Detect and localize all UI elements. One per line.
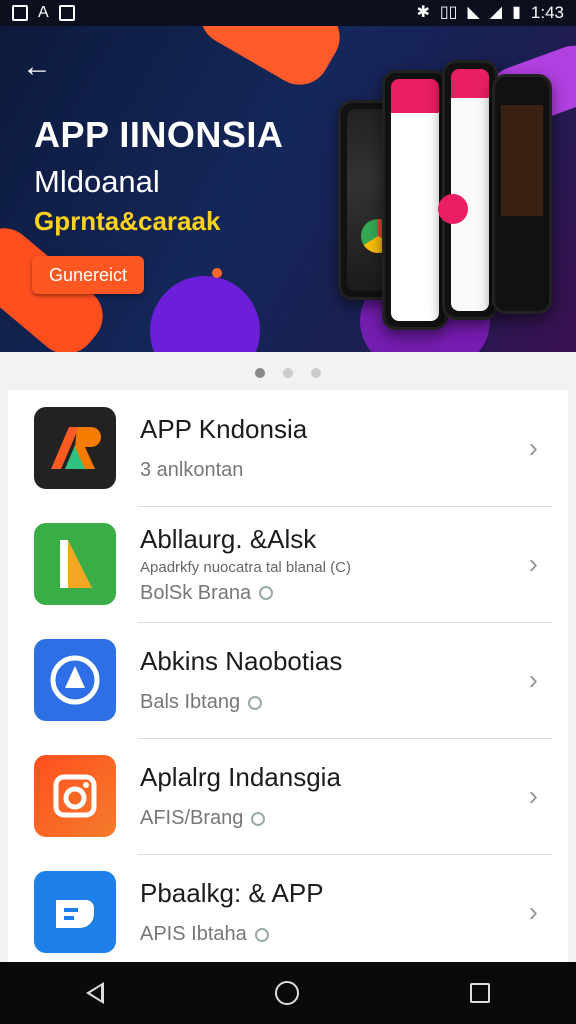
signal-icon: ◢ [489,4,503,21]
verified-badge-icon [251,811,266,826]
status-time: 1:43 [530,3,564,22]
banner-tagline: Gprnta&caraak [34,206,221,236]
verified-badge-icon [248,695,263,710]
phones-illustration [320,46,560,330]
app-logo-icon [34,871,116,953]
app-logo-icon [34,639,116,721]
back-icon[interactable] [85,982,104,1004]
wifi-icon: ◣ [467,4,480,21]
app-subtitle-text: APIS Ibtaha [140,923,247,945]
app-list-item[interactable]: Abllaurg. &Alsk Apadrkfy nuocatra tal bl… [8,506,568,622]
app-subtitle-text: Bals Ibtang [140,691,241,713]
chevron-right-icon: › [528,548,538,579]
app-subtitle: Bals Ibtang [140,691,342,714]
app-title: Abllaurg. &Alsk [140,523,317,554]
banner-title: APP IINONSIA [34,114,284,155]
status-left: A [12,5,75,21]
app-title: APP Kndonsia [140,414,308,444]
app-logo-icon [438,194,468,224]
back-arrow-icon[interactable]: ← [22,52,54,84]
bluetooth-icon: ✱ [416,4,430,21]
phone-mockup [442,60,498,320]
system-nav-bar [0,962,576,1024]
phone-mockup [382,70,448,330]
app-title: Pbaalkg: & APP [140,878,324,908]
app-subtitle: BolSk Brana [140,582,351,605]
decor-dot [212,268,222,278]
app-subtitle: AFIS/Brang [140,807,341,830]
chevron-right-icon: › [528,664,538,695]
app-logo-icon [34,755,116,837]
vibrate-icon: ▯▯ [439,4,458,21]
phone-mockup [492,74,552,314]
sim-icon [12,5,28,21]
app-subtitle-text: BolSk Brana [140,581,252,604]
app-title: Abkins Naobotias [140,646,343,676]
recents-icon[interactable] [470,983,491,1003]
chevron-right-icon: › [528,432,538,463]
app-logo-icon [34,407,116,489]
battery-icon: ▮ [512,4,521,21]
chevron-right-icon: › [528,780,538,811]
app-list-item[interactable]: APP Kndonsia 3 anlkontan › [8,390,568,506]
verified-badge-icon [259,586,274,600]
status-right: ✱ ▯▯ ◣ ◢ ▮ 1:43 [416,3,564,23]
banner-cta-button[interactable]: Gunereict [32,256,144,294]
app-description: Apadrkfy nuocatra tal blanal (C) [140,558,351,576]
home-icon[interactable] [274,981,299,1005]
app-subtitle: 3 anlkontan [140,459,307,482]
carousel-dot[interactable] [311,368,321,378]
app-list-item[interactable]: Aplalrg Indansgia AFIS/Brang › [8,738,568,854]
promo-banner[interactable]: ← APP IINONSIA Mldoanal Gprnta&caraak Gu… [0,26,576,352]
a-icon: A [38,4,49,21]
app-title: Aplalrg Indansgia [140,762,341,792]
app-list-item[interactable]: Abkins Naobotias Bals Ibtang › [8,622,568,738]
app-logo-icon [34,523,116,605]
app-subtitle-text: 3 anlkontan [140,459,244,481]
app-list-item[interactable]: Pbaalkg: & APP APIS Ibtaha › [8,854,568,970]
app-list: APP Kndonsia 3 anlkontan › Abllaurg. &Al… [8,390,568,970]
app-subtitle: APIS Ibtaha [140,923,324,946]
carousel-dot[interactable] [283,368,293,378]
banner-subtitle: Mldoanal [34,164,160,199]
chevron-right-icon: › [528,896,538,927]
photo-icon [58,5,75,21]
carousel-dot[interactable] [255,368,265,378]
status-bar: A ✱ ▯▯ ◣ ◢ ▮ 1:43 [0,0,576,26]
carousel-indicator [0,368,576,378]
verified-badge-icon [254,927,269,942]
decor-shape [150,276,260,352]
app-subtitle-text: AFIS/Brang [140,807,244,829]
